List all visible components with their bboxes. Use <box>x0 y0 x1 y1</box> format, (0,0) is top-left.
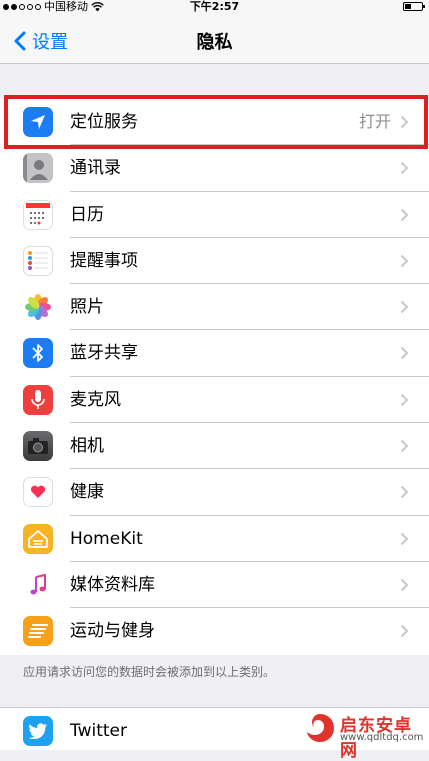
section-footer: 应用请求访问您的数据时会被添加到以上类别。 <box>23 665 276 679</box>
row-label: HomeKit <box>70 528 143 549</box>
row-label: 健康 <box>70 482 104 503</box>
chevron-right-icon <box>400 393 409 406</box>
music-note-icon <box>23 569 53 600</box>
row-label: 提醒事项 <box>70 250 138 271</box>
heart-icon <box>23 477 53 508</box>
watermark: 启东安卓网 www.qdltdq.com <box>300 708 429 761</box>
photos-icon <box>23 292 53 323</box>
motion-icon <box>23 616 53 647</box>
row-label: Twitter <box>70 721 127 741</box>
navigation-bar: 设置 隐私 <box>0 14 429 64</box>
location-arrow-icon <box>23 107 53 137</box>
chevron-right-icon <box>400 439 409 453</box>
row-homekit[interactable]: HomeKit <box>0 516 429 562</box>
row-value: 打开 <box>358 112 391 131</box>
homekit-icon <box>23 523 53 554</box>
privacy-settings-list: 定位服务 打开 通讯录 日历 提醒事项 照片 蓝牙共享 麦克风 相机 健康 Ho… <box>0 99 429 655</box>
chevron-right-icon <box>400 208 409 221</box>
row-label: 蓝牙共享 <box>70 343 138 364</box>
row-label: 媒体资料库 <box>70 574 155 595</box>
row-bluetooth-sharing[interactable]: 蓝牙共享 <box>0 330 429 377</box>
chevron-right-icon <box>400 254 409 268</box>
row-label: 照片 <box>70 297 104 318</box>
chevron-right-icon <box>400 347 409 360</box>
chevron-right-icon <box>400 486 409 499</box>
row-camera[interactable]: 相机 <box>0 423 429 470</box>
row-microphone[interactable]: 麦克风 <box>0 377 429 424</box>
chevron-right-icon <box>400 162 409 175</box>
row-reminders[interactable]: 提醒事项 <box>0 238 429 285</box>
reminders-icon <box>23 245 53 276</box>
row-label: 运动与健身 <box>70 621 155 642</box>
row-label: 麦克风 <box>70 389 121 410</box>
chevron-right-icon <box>400 532 409 545</box>
row-location-services[interactable]: 定位服务 打开 <box>0 99 429 146</box>
row-label: 定位服务 <box>70 112 138 132</box>
watermark-logo-icon <box>307 714 334 742</box>
row-motion-fitness[interactable]: 运动与健身 <box>0 608 429 654</box>
chevron-right-icon <box>400 578 409 592</box>
camera-icon <box>23 431 53 462</box>
twitter-bird-icon <box>23 716 53 746</box>
calendar-icon <box>23 199 53 230</box>
row-health[interactable]: 健康 <box>0 469 429 516</box>
microphone-icon <box>23 384 53 415</box>
chevron-right-icon <box>400 115 409 129</box>
chevron-right-icon <box>400 625 409 638</box>
row-label: 相机 <box>70 436 104 457</box>
row-media-library[interactable]: 媒体资料库 <box>0 562 429 609</box>
bluetooth-icon <box>23 338 53 369</box>
page-title: 隐私 <box>196 32 233 53</box>
status-bar: 中国移动 下午2:57 <box>0 0 429 14</box>
status-time: 下午2:57 <box>189 0 240 13</box>
row-label: 通讯录 <box>70 158 121 179</box>
row-label: 日历 <box>70 204 104 225</box>
chevron-right-icon <box>400 300 409 314</box>
row-contacts[interactable]: 通讯录 <box>0 145 429 192</box>
row-calendar[interactable]: 日历 <box>0 192 429 238</box>
watermark-url: www.qdltdq.com <box>340 732 424 743</box>
contacts-icon <box>23 153 53 184</box>
row-photos[interactable]: 照片 <box>0 284 429 331</box>
battery-icon <box>403 2 425 11</box>
